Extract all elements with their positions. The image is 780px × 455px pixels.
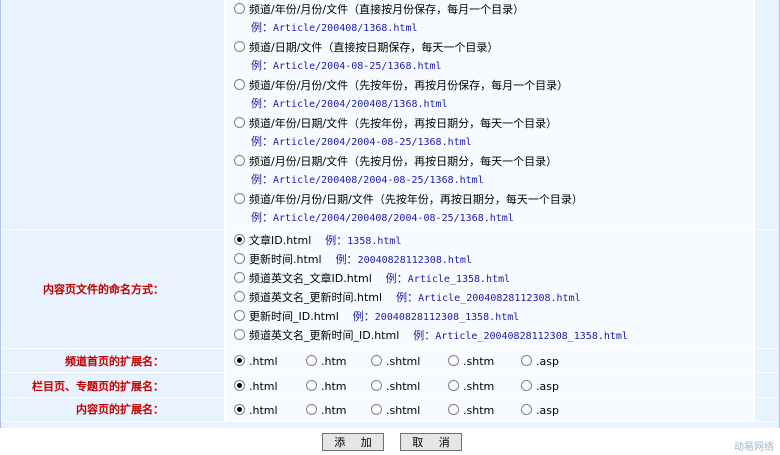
right-margin-cell: [755, 0, 779, 229]
ext-option-shtml[interactable]: .shtml: [371, 404, 420, 417]
radio-icon[interactable]: [234, 355, 245, 366]
radio-icon[interactable]: [234, 380, 245, 391]
radio-icon[interactable]: [371, 404, 382, 415]
radio-icon[interactable]: [234, 117, 245, 128]
radio-icon[interactable]: [234, 272, 245, 283]
channel-ext-label: 频道首页的扩展名：: [65, 355, 164, 368]
radio-icon[interactable]: [234, 41, 245, 52]
ext-option-asp[interactable]: .asp: [521, 355, 559, 368]
right-margin-cell: [755, 398, 779, 421]
dir-option-3[interactable]: 频道/年份/月份/文件（先按年份，再按月份保存，每月一个目录）: [234, 77, 568, 95]
radio-icon[interactable]: [371, 355, 382, 366]
dir-option-5[interactable]: 频道/月份/日期/文件（先按月份，再按日期分，每天一个目录）: [234, 153, 557, 171]
channel-ext-options: .html .htm .shtml .shtm .asp: [226, 349, 753, 372]
dir-example-4: 例：Article/2004/2004-08-25/1368.html: [251, 135, 472, 148]
dir-option-4[interactable]: 频道/年份/日期/文件（先按年份，再按日期分，每天一个目录）: [234, 115, 557, 133]
settings-table: 频道/年份/月份/文件（直接按月份保存，每月一个目录） 例：Article/20…: [0, 0, 780, 428]
radio-icon[interactable]: [234, 3, 245, 14]
radio-icon[interactable]: [234, 291, 245, 302]
naming-options-cell: 文章ID.html 例：1358.html 更新时间.html 例：200408…: [226, 230, 753, 348]
channel-ext-label-cell: 频道首页的扩展名：: [2, 349, 224, 372]
radio-icon[interactable]: [448, 380, 459, 391]
column-ext-options: .html .htm .shtml .shtm .asp: [226, 373, 753, 397]
channel-ext-row: 频道首页的扩展名： .html .htm .shtml .shtm .asp: [1, 349, 779, 373]
radio-icon[interactable]: [448, 404, 459, 415]
naming-label: 内容页文件的命名方式：: [43, 283, 164, 296]
ext-option-shtm[interactable]: .shtm: [448, 355, 494, 368]
dir-option-1[interactable]: 频道/年份/月份/文件（直接按月份保存，每月一个目录）: [234, 1, 524, 19]
column-ext-label-cell: 栏目页、专题页的扩展名：: [2, 373, 224, 397]
radio-icon[interactable]: [306, 380, 317, 391]
column-ext-label: 栏目页、专题页的扩展名：: [32, 380, 164, 393]
naming-label-cell: 内容页文件的命名方式：: [2, 230, 224, 348]
radio-icon[interactable]: [234, 79, 245, 90]
radio-icon[interactable]: [234, 404, 245, 415]
dir-example-3: 例：Article/2004/200408/1368.html: [251, 97, 448, 110]
ext-option-shtm[interactable]: .shtm: [448, 404, 494, 417]
dir-example-2: 例：Article/2004-08-25/1368.html: [251, 59, 442, 72]
ext-option-asp[interactable]: .asp: [521, 380, 559, 393]
radio-icon[interactable]: [234, 329, 245, 340]
directory-structure-row: 频道/年份/月份/文件（直接按月份保存，每月一个目录） 例：Article/20…: [1, 0, 779, 230]
naming-row: 内容页文件的命名方式： 文章ID.html 例：1358.html 更新时间.h…: [1, 230, 779, 349]
naming-option-2[interactable]: 更新时间.html 例：20040828112308.html: [234, 251, 472, 269]
add-button[interactable]: 添 加: [322, 433, 384, 451]
radio-icon[interactable]: [234, 234, 245, 245]
right-margin-cell: [755, 373, 779, 397]
radio-icon[interactable]: [448, 355, 459, 366]
dir-example-1: 例：Article/200408/1368.html: [251, 21, 418, 34]
radio-icon[interactable]: [521, 355, 532, 366]
radio-icon[interactable]: [306, 355, 317, 366]
radio-icon[interactable]: [306, 404, 317, 415]
content-ext-options: .html .htm .shtml .shtm .asp: [226, 398, 753, 421]
content-ext-label-cell: 内容页的扩展名：: [2, 398, 224, 421]
directory-label-cell: [2, 0, 224, 229]
dir-option-6[interactable]: 频道/年份/月份/日期/文件（先按年份，再按日期分，每天一个目录）: [234, 191, 583, 209]
radio-icon[interactable]: [234, 155, 245, 166]
ext-option-htm[interactable]: .htm: [306, 380, 347, 393]
dir-example-5: 例：Article/200408/2004-08-25/1368.html: [251, 173, 484, 186]
naming-option-5[interactable]: 更新时间_ID.html 例：20040828112308_1358.html: [234, 308, 519, 326]
dir-option-2[interactable]: 频道/日期/文件（直接按日期保存，每天一个目录）: [234, 39, 498, 57]
content-ext-row: 内容页的扩展名： .html .htm .shtml .shtm .asp: [1, 398, 779, 422]
directory-options-cell: 频道/年份/月份/文件（直接按月份保存，每月一个目录） 例：Article/20…: [226, 0, 753, 229]
radio-icon[interactable]: [371, 380, 382, 391]
ext-option-htm[interactable]: .htm: [306, 355, 347, 368]
ext-option-shtm[interactable]: .shtm: [448, 380, 494, 393]
ext-option-asp[interactable]: .asp: [521, 404, 559, 417]
column-ext-row: 栏目页、专题页的扩展名： .html .htm .shtml .shtm .as…: [1, 373, 779, 398]
naming-option-6[interactable]: 频道英文名_更新时间_ID.html 例：Article_20040828112…: [234, 327, 628, 345]
cancel-button[interactable]: 取 消: [400, 433, 462, 451]
radio-icon[interactable]: [521, 380, 532, 391]
radio-icon[interactable]: [234, 193, 245, 204]
right-margin-cell: [755, 230, 779, 348]
radio-icon[interactable]: [234, 310, 245, 321]
ext-option-html[interactable]: .html: [234, 380, 278, 393]
naming-option-4[interactable]: 频道英文名_更新时间.html 例：Article_20040828112308…: [234, 289, 581, 307]
naming-option-1[interactable]: 文章ID.html 例：1358.html: [234, 232, 401, 250]
right-margin-cell: [755, 349, 779, 372]
radio-icon[interactable]: [234, 253, 245, 264]
ext-option-html[interactable]: .html: [234, 404, 278, 417]
ext-option-shtml[interactable]: .shtml: [371, 355, 420, 368]
ext-option-html[interactable]: .html: [234, 355, 278, 368]
watermark: 动易网络: [734, 442, 774, 453]
naming-option-3[interactable]: 频道英文名_文章ID.html 例：Article_1358.html: [234, 270, 510, 288]
ext-option-htm[interactable]: .htm: [306, 404, 347, 417]
content-ext-label: 内容页的扩展名：: [76, 403, 164, 416]
radio-icon[interactable]: [521, 404, 532, 415]
button-bar: 添 加 取 消 动易网络: [0, 428, 780, 455]
dir-example-6: 例：Article/2004/200408/2004-08-25/1368.ht…: [251, 211, 514, 224]
ext-option-shtml[interactable]: .shtml: [371, 380, 420, 393]
